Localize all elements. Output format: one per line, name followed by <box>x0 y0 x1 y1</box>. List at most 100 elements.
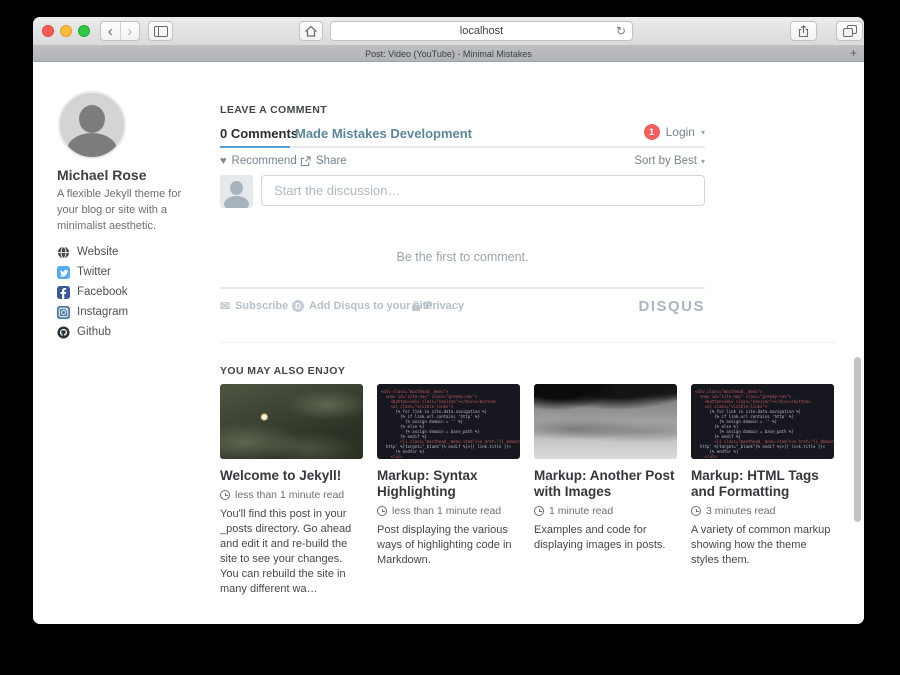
reload-icon[interactable]: ↻ <box>616 23 626 40</box>
read-time: 3 minutes read <box>691 505 834 517</box>
history-nav-group: ‹ › <box>100 21 140 41</box>
post-thumbnail-code[interactable]: <div class="masthead__menu"> <nav id="si… <box>377 384 520 459</box>
chevron-down-icon: ▾ <box>701 157 705 166</box>
subscribe-link[interactable]: ✉ Subscribe <box>220 300 288 312</box>
tab-overview-icon <box>843 25 857 37</box>
forward-icon: › <box>127 24 132 39</box>
post-title-link[interactable]: Markup: Another Post with Images <box>534 468 677 500</box>
subscribe-label: Subscribe <box>235 300 288 312</box>
tab-bar: Post: Video (YouTube) - Minimal Mistakes… <box>33 46 864 62</box>
disqus-tabs: 0 Comments Made Mistakes Development 1 L… <box>220 124 705 146</box>
back-button[interactable]: ‹ <box>101 22 120 40</box>
post-excerpt: You'll find this post in your _posts dir… <box>220 507 363 597</box>
clock-icon <box>377 506 387 516</box>
globe-icon <box>57 246 70 259</box>
avatar-silhouette <box>79 105 105 133</box>
browser-window: ‹ › localhost ↻ Post: Video (YouTube) - … <box>33 17 864 624</box>
address-bar[interactable]: localhost ↻ <box>330 21 633 41</box>
read-time: 1 minute read <box>534 505 677 517</box>
author-links: Website Twitter Facebook Instagram Githu… <box>57 242 128 342</box>
post-title-link[interactable]: Markup: Syntax Highlighting <box>377 468 520 500</box>
sort-by-dropdown[interactable]: Sort by Best ▾ <box>634 155 705 167</box>
login-menu[interactable]: 1 Login ▾ <box>644 124 705 140</box>
related-post-card: <div class="masthead__menu"> <nav id="si… <box>377 384 520 597</box>
heart-icon: ♥ <box>220 156 227 167</box>
divider <box>220 146 705 148</box>
share-label: Share <box>316 155 347 167</box>
post-thumbnail-moss-droplet[interactable] <box>220 384 363 459</box>
sidebar-link-website[interactable]: Website <box>57 242 128 262</box>
disqus-footer: ✉ Subscribe D Add Disqus to your site Pr… <box>220 300 705 318</box>
zoom-window-button[interactable] <box>78 25 90 37</box>
browser-toolbar: ‹ › localhost ↻ <box>33 17 864 46</box>
scrollbar-thumb[interactable] <box>854 357 861 522</box>
post-title-link[interactable]: Markup: HTML Tags and Formatting <box>691 468 834 500</box>
forward-button[interactable]: › <box>120 22 140 40</box>
author-bio: A flexible Jekyll theme for your blog or… <box>57 187 191 235</box>
sidebar-link-twitter[interactable]: Twitter <box>57 262 128 282</box>
related-post-card: Markup: Another Post with Images 1 minut… <box>534 384 677 597</box>
recommend-button[interactable]: ♥ Recommend <box>220 155 297 167</box>
login-label: Login <box>666 125 695 139</box>
post-thumbnail-foggy-trees[interactable] <box>534 384 677 459</box>
sidebar-link-label: Twitter <box>77 266 111 278</box>
clock-icon <box>691 506 701 516</box>
divider <box>220 287 705 289</box>
envelope-icon: ✉ <box>220 300 230 312</box>
tab-comment-count[interactable]: 0 Comments <box>220 126 298 141</box>
tab-community-link[interactable]: Made Mistakes Development <box>295 126 472 141</box>
instagram-icon <box>57 306 70 319</box>
home-button[interactable] <box>299 21 323 41</box>
sidebar-link-label: Github <box>77 326 111 338</box>
clock-icon <box>534 506 544 516</box>
minimize-window-button[interactable] <box>60 25 72 37</box>
share-button[interactable] <box>790 21 817 41</box>
divider <box>220 342 835 343</box>
twitter-icon <box>57 266 70 279</box>
privacy-link[interactable]: Privacy <box>412 300 464 312</box>
home-icon <box>304 25 318 38</box>
back-icon: ‹ <box>108 24 113 39</box>
disqus-logo[interactable]: DISQUS <box>638 298 705 315</box>
disqus-d-icon: D <box>292 300 304 312</box>
post-title-link[interactable]: Welcome to Jekyll! <box>220 468 363 484</box>
page-content: Michael Rose A flexible Jekyll theme for… <box>33 62 864 624</box>
new-tab-button[interactable]: + <box>850 46 857 60</box>
leave-a-comment-heading: LEAVE A COMMENT <box>220 104 327 116</box>
post-excerpt: A variety of common markup showing how t… <box>691 523 834 568</box>
sidebar-icon <box>154 26 168 37</box>
comment-input[interactable] <box>261 175 705 206</box>
facebook-icon <box>57 286 70 299</box>
sort-label: Sort by Best <box>634 155 697 167</box>
privacy-label: Privacy <box>425 300 464 312</box>
related-post-card: Welcome to Jekyll! less than 1 minute re… <box>220 384 363 597</box>
share-thread-button[interactable]: Share <box>300 155 347 167</box>
post-thumbnail-code[interactable]: <div class="masthead__menu"> <nav id="si… <box>691 384 834 459</box>
close-window-button[interactable] <box>42 25 54 37</box>
active-tab-underline <box>220 146 290 148</box>
share-box-icon <box>300 156 311 167</box>
share-icon <box>797 25 810 38</box>
sidebar-toggle-button[interactable] <box>148 21 173 41</box>
post-excerpt: Examples and code for displaying images … <box>534 523 677 553</box>
sidebar-link-instagram[interactable]: Instagram <box>57 302 128 322</box>
author-avatar <box>58 91 126 159</box>
github-icon <box>57 326 70 339</box>
sidebar-link-facebook[interactable]: Facebook <box>57 282 128 302</box>
empty-thread-message: Be the first to comment. <box>220 250 705 264</box>
active-tab[interactable]: Post: Video (YouTube) - Minimal Mistakes <box>365 49 532 59</box>
lock-icon <box>412 305 420 311</box>
author-name: Michael Rose <box>57 167 146 183</box>
sidebar-link-label: Facebook <box>77 286 128 298</box>
recommend-label: Recommend <box>232 155 297 167</box>
commenter-avatar <box>220 175 253 208</box>
related-post-card: <div class="masthead__menu"> <nav id="si… <box>691 384 834 597</box>
tab-overview-button[interactable] <box>836 21 863 41</box>
sidebar-link-label: Website <box>77 246 118 258</box>
read-time: less than 1 minute read <box>220 489 363 501</box>
chevron-down-icon: ▾ <box>701 128 705 137</box>
sidebar-link-github[interactable]: Github <box>57 322 128 342</box>
post-excerpt: Post displaying the various ways of high… <box>377 523 520 568</box>
you-may-also-enjoy-heading: YOU MAY ALSO ENJOY <box>220 365 345 377</box>
sidebar-link-label: Instagram <box>77 306 128 318</box>
